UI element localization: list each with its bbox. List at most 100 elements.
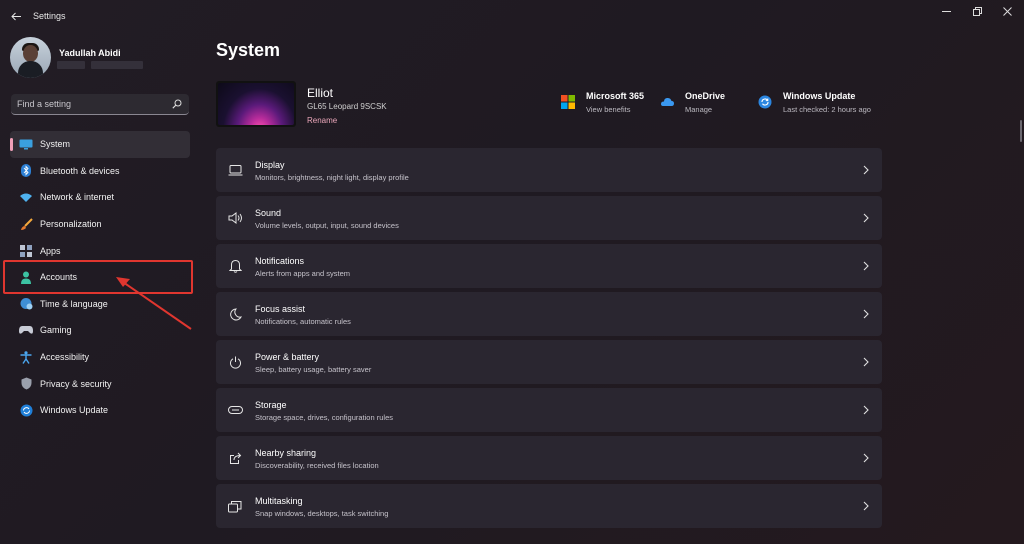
settings-card-sound[interactable]: Sound Volume levels, output, input, soun… (216, 196, 882, 240)
chevron-right-icon (863, 501, 869, 511)
sidebar-item-system[interactable]: System (10, 131, 190, 158)
card-title: Nearby sharing (255, 448, 317, 458)
quick-link-title: OneDrive (685, 91, 726, 101)
card-subtitle: Notifications, automatic rules (255, 317, 351, 326)
settings-card-nearby-sharing[interactable]: Nearby sharing Discoverability, received… (216, 436, 882, 480)
card-title: Display (255, 160, 285, 170)
title-bar: Settings (0, 0, 1024, 32)
card-title: Multitasking (255, 496, 303, 506)
bluetooth-icon (18, 163, 34, 179)
device-name: Elliot (307, 86, 334, 100)
settings-list: Display Monitors, brightness, night ligh… (216, 148, 882, 532)
sidebar-item-label: Privacy & security (40, 378, 112, 389)
restore-button[interactable] (967, 3, 987, 19)
sidebar-item-label: Gaming (40, 325, 72, 336)
device-wallpaper-thumbnail (216, 81, 296, 127)
card-subtitle: Snap windows, desktops, task switching (255, 509, 389, 518)
sidebar-item-personalization[interactable]: Personalization (10, 211, 190, 238)
sidebar-item-network[interactable]: Network & internet (10, 184, 190, 211)
card-title: Power & battery (255, 352, 320, 362)
app-title: Settings (33, 11, 66, 21)
power-icon (227, 354, 243, 370)
quick-link-subtitle: View benefits (586, 105, 631, 114)
share-icon (227, 450, 243, 466)
microsoft-logo-icon (561, 95, 575, 109)
chevron-right-icon (863, 165, 869, 175)
chevron-right-icon (863, 309, 869, 319)
bell-icon (227, 258, 243, 274)
game-controller-icon (18, 322, 34, 338)
sidebar-item-label: Windows Update (40, 405, 109, 416)
sidebar-item-label: Personalization (40, 219, 102, 230)
chevron-right-icon (863, 213, 869, 223)
device-model: GL65 Leopard 9SCSK (307, 102, 387, 111)
card-subtitle: Storage space, drives, configuration rul… (255, 413, 393, 422)
close-icon (1002, 6, 1012, 16)
sidebar-item-label: Network & internet (40, 192, 115, 203)
card-subtitle: Alerts from apps and system (255, 269, 351, 278)
sidebar-item-label: Apps (40, 245, 61, 256)
settings-card-focus-assist[interactable]: Focus assist Notifications, automatic ru… (216, 292, 882, 336)
chevron-right-icon (863, 405, 869, 415)
card-subtitle: Volume levels, output, input, sound devi… (255, 221, 399, 230)
card-subtitle: Monitors, brightness, night light, displ… (255, 173, 409, 182)
sidebar-item-privacy-security[interactable]: Privacy & security (10, 370, 190, 397)
quick-link-subtitle: Manage (685, 105, 713, 114)
restore-icon (972, 6, 982, 16)
minimize-icon (941, 10, 951, 12)
user-name: Yadullah Abidi (59, 48, 121, 58)
avatar[interactable] (10, 37, 51, 78)
search-box[interactable] (11, 94, 189, 115)
globe-clock-icon (18, 296, 34, 312)
chevron-right-icon (863, 453, 869, 463)
update-icon (18, 402, 34, 418)
search-icon[interactable] (172, 99, 182, 109)
settings-card-multitasking[interactable]: Multitasking Snap windows, desktops, tas… (216, 484, 882, 528)
rename-link[interactable]: Rename (307, 116, 337, 125)
quick-link-title: Windows Update (783, 91, 856, 101)
brush-icon (18, 216, 34, 232)
card-title: Notifications (255, 256, 305, 266)
speaker-icon (227, 210, 243, 226)
chevron-right-icon (863, 357, 869, 367)
quick-link-title: Microsoft 365 (586, 91, 645, 101)
settings-card-display[interactable]: Display Monitors, brightness, night ligh… (216, 148, 882, 192)
search-input[interactable] (17, 94, 167, 114)
shield-icon (18, 376, 34, 392)
back-arrow-icon (10, 12, 21, 20)
card-title: Focus assist (255, 304, 306, 314)
scrollbar-thumb[interactable] (1020, 120, 1022, 142)
storage-drive-icon (227, 402, 243, 418)
card-title: Sound (255, 208, 282, 218)
settings-card-power-battery[interactable]: Power & battery Sleep, battery usage, ba… (216, 340, 882, 384)
laptop-icon (227, 162, 243, 178)
page-title: System (216, 40, 281, 60)
settings-card-storage[interactable]: Storage Storage space, drives, configura… (216, 388, 882, 432)
sidebar-item-label: System (40, 139, 71, 150)
sidebar-item-label: Time & language (40, 298, 108, 309)
system-display-icon (18, 136, 34, 152)
accessibility-icon (18, 349, 34, 365)
wifi-icon (18, 189, 34, 205)
selection-indicator (10, 138, 13, 151)
moon-icon (227, 306, 243, 322)
chevron-right-icon (863, 261, 869, 271)
minimize-button[interactable] (936, 3, 956, 19)
redacted-email-part (57, 61, 85, 69)
sync-icon (758, 95, 772, 109)
quick-link-subtitle: Last checked: 2 hours ago (783, 105, 871, 114)
redacted-email-part (91, 61, 143, 69)
back-button[interactable] (6, 6, 26, 26)
multitask-windows-icon (227, 498, 243, 514)
cloud-icon (661, 97, 674, 106)
close-button[interactable] (997, 3, 1017, 19)
annotation-arrow (116, 277, 192, 330)
sidebar-item-label: Accessibility (40, 352, 90, 363)
sidebar-item-bluetooth[interactable]: Bluetooth & devices (10, 158, 190, 185)
sidebar-item-windows-update[interactable]: Windows Update (10, 397, 190, 424)
settings-card-notifications[interactable]: Notifications Alerts from apps and syste… (216, 244, 882, 288)
sidebar-item-accessibility[interactable]: Accessibility (10, 344, 190, 371)
card-subtitle: Sleep, battery usage, battery saver (255, 365, 372, 374)
card-title: Storage (255, 400, 287, 410)
sidebar-item-label: Bluetooth & devices (40, 165, 120, 176)
